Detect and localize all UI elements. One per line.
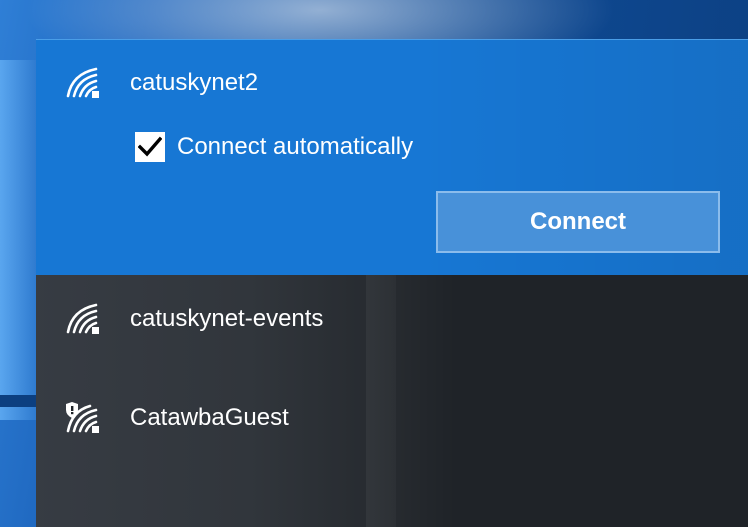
network-item-catuskynet-events[interactable]: catuskynet-events xyxy=(36,275,748,375)
checkmark-icon xyxy=(138,136,162,157)
network-name: CatawbaGuest xyxy=(130,404,289,431)
connect-automatically-option[interactable]: Connect automatically xyxy=(135,132,413,162)
network-header: catuskynet2 xyxy=(66,66,258,100)
network-row: catuskynet-events xyxy=(66,302,323,336)
wifi-unsecured-shield-icon xyxy=(66,401,106,435)
connect-button[interactable]: Connect xyxy=(436,191,720,253)
network-item-catuskynet2[interactable]: catuskynet2 Connect automatically Connec… xyxy=(36,39,748,275)
connect-automatically-checkbox[interactable] xyxy=(135,132,165,162)
network-item-catawbaguest[interactable]: CatawbaGuest xyxy=(36,375,748,475)
network-name: catuskynet2 xyxy=(130,69,259,96)
network-flyout: catuskynet2 Connect automatically Connec… xyxy=(36,39,748,527)
wallpaper-dark-band xyxy=(0,395,40,407)
wallpaper-light-streak xyxy=(0,60,40,420)
wifi-signal-icon xyxy=(66,302,106,336)
network-name: catuskynet-events xyxy=(130,305,324,332)
wifi-signal-icon xyxy=(66,66,106,100)
connect-automatically-label: Connect automatically xyxy=(177,133,414,160)
network-row: CatawbaGuest xyxy=(66,401,289,435)
